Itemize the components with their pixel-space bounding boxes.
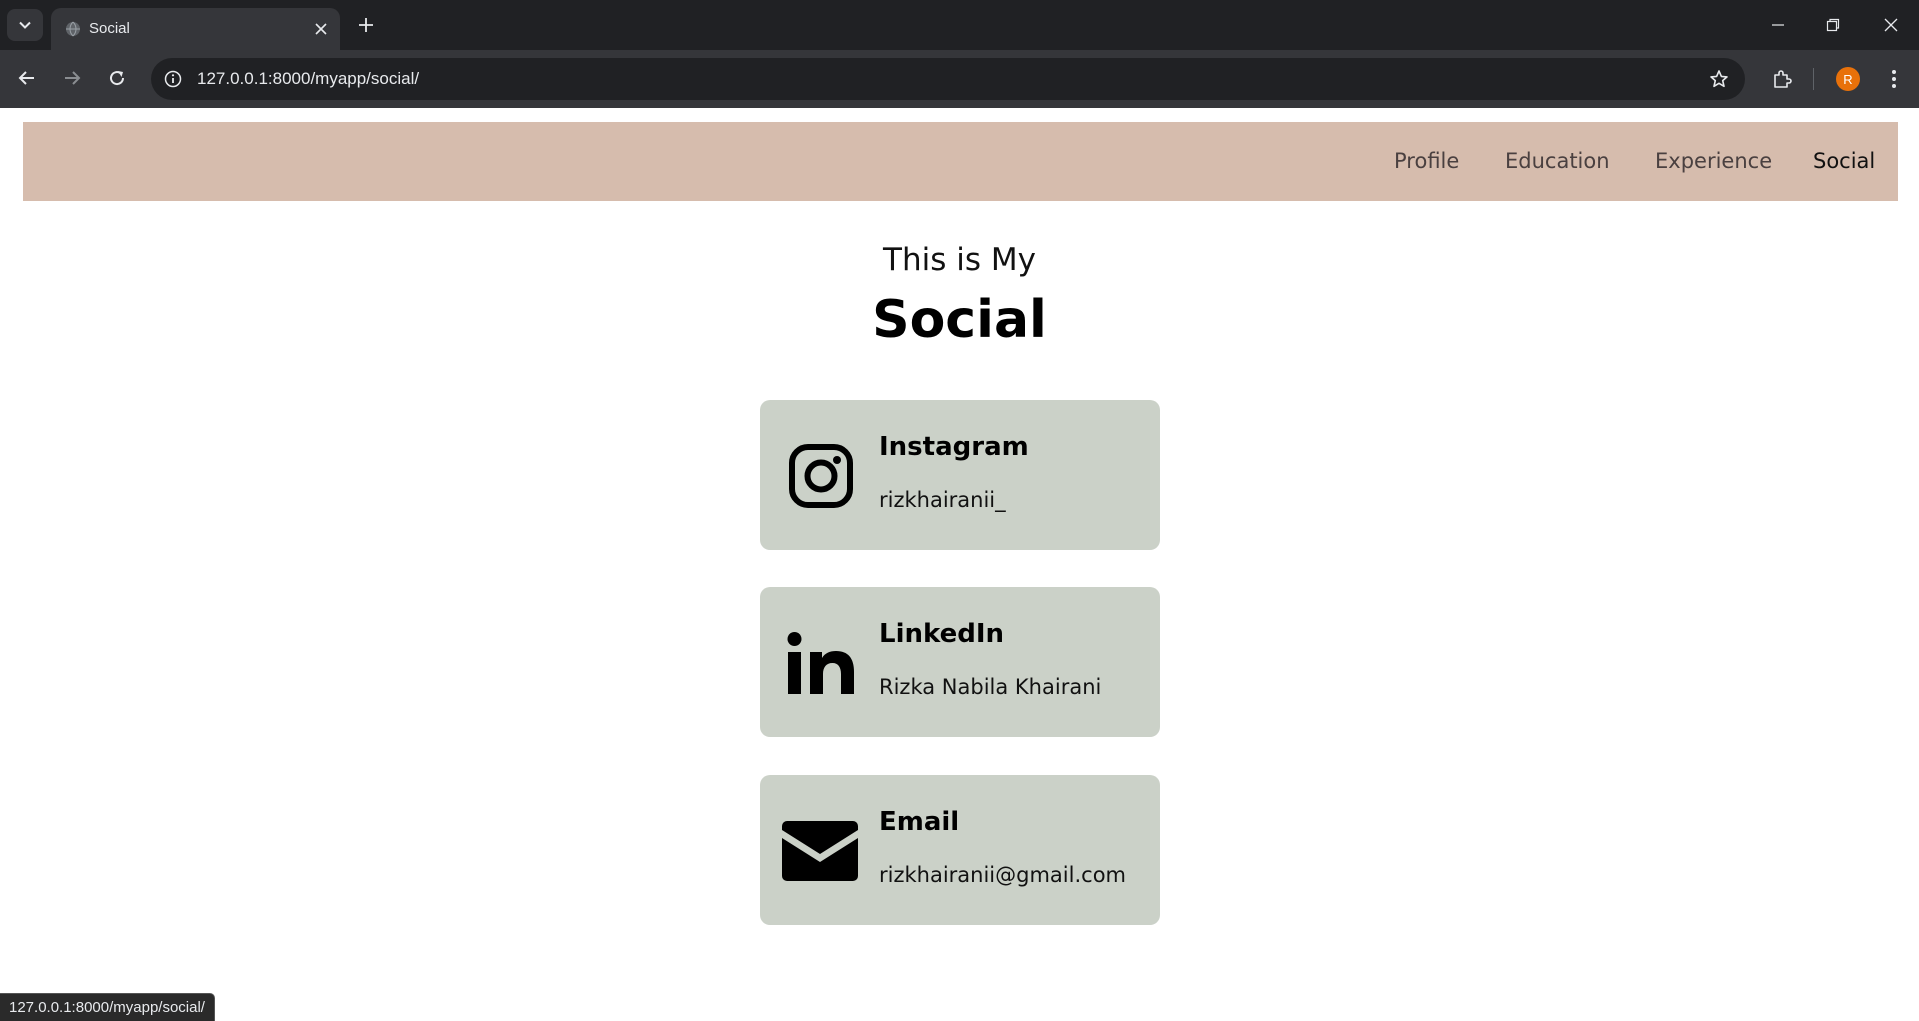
close-icon (1884, 18, 1898, 32)
site-navbar: Profile Education Experience Social (23, 122, 1898, 201)
back-button[interactable] (11, 62, 43, 94)
arrow-right-icon (65, 71, 81, 85)
social-card-value: Rizka Nabila Khairani (879, 675, 1102, 699)
browser-menu-button[interactable] (1879, 64, 1909, 94)
new-tab-button[interactable] (353, 12, 379, 38)
social-card-value: rizkhairanii@gmail.com (879, 863, 1126, 887)
close-window-button[interactable] (1876, 10, 1906, 40)
address-bar[interactable]: 127.0.0.1:8000/myapp/social/ (151, 58, 1745, 100)
social-card-name: Instagram (879, 432, 1029, 462)
social-card-value: rizkhairanii_ (879, 488, 1006, 512)
reload-button[interactable] (101, 62, 133, 94)
reload-icon (110, 71, 125, 86)
nav-link-social[interactable]: Social (1813, 149, 1875, 173)
browser-tab-strip: Social (0, 0, 1919, 50)
page-title: Social (872, 290, 1047, 350)
nav-link-experience[interactable]: Experience (1655, 149, 1772, 173)
url-text: 127.0.0.1:8000/myapp/social/ (197, 69, 420, 88)
social-card-instagram[interactable]: Instagram rizkhairanii_ (760, 400, 1160, 550)
browser-toolbar: 127.0.0.1:8000/myapp/social/ (0, 50, 1919, 108)
envelope-icon (780, 812, 860, 890)
link-status-bubble: 127.0.0.1:8000/myapp/social/ (0, 993, 215, 1021)
arrow-left-icon (18, 71, 34, 85)
instagram-icon (782, 437, 860, 515)
profile-avatar[interactable]: R (1836, 67, 1860, 91)
linkedin-icon (782, 624, 860, 702)
forward-button[interactable] (56, 62, 88, 94)
restore-icon (1826, 18, 1840, 32)
chevron-down-icon (19, 21, 31, 29)
minimize-icon (1772, 24, 1784, 26)
bookmark-star-icon[interactable] (1707, 67, 1731, 91)
social-card-linkedin[interactable]: LinkedIn Rizka Nabila Khairani (760, 587, 1160, 737)
browser-tab[interactable]: Social (51, 8, 340, 50)
tab-close-icon[interactable] (312, 20, 330, 38)
social-card-name: Email (879, 807, 960, 837)
nav-link-profile[interactable]: Profile (1394, 149, 1459, 173)
globe-icon (65, 21, 81, 37)
toolbar-divider (1813, 68, 1814, 90)
site-info-icon[interactable] (161, 67, 185, 91)
puzzle-icon (1774, 70, 1792, 88)
page-subtitle: This is My (883, 242, 1036, 278)
extensions-button[interactable] (1767, 64, 1797, 94)
social-card-name: LinkedIn (879, 619, 1005, 649)
tab-title: Social (89, 20, 130, 37)
tab-search-button[interactable] (7, 9, 43, 41)
minimize-button[interactable] (1763, 10, 1793, 40)
social-card-email[interactable]: Email rizkhairanii@gmail.com (760, 775, 1160, 925)
nav-link-education[interactable]: Education (1505, 149, 1610, 173)
plus-icon (359, 18, 373, 32)
more-vertical-icon (1892, 70, 1896, 88)
restore-button[interactable] (1818, 10, 1848, 40)
